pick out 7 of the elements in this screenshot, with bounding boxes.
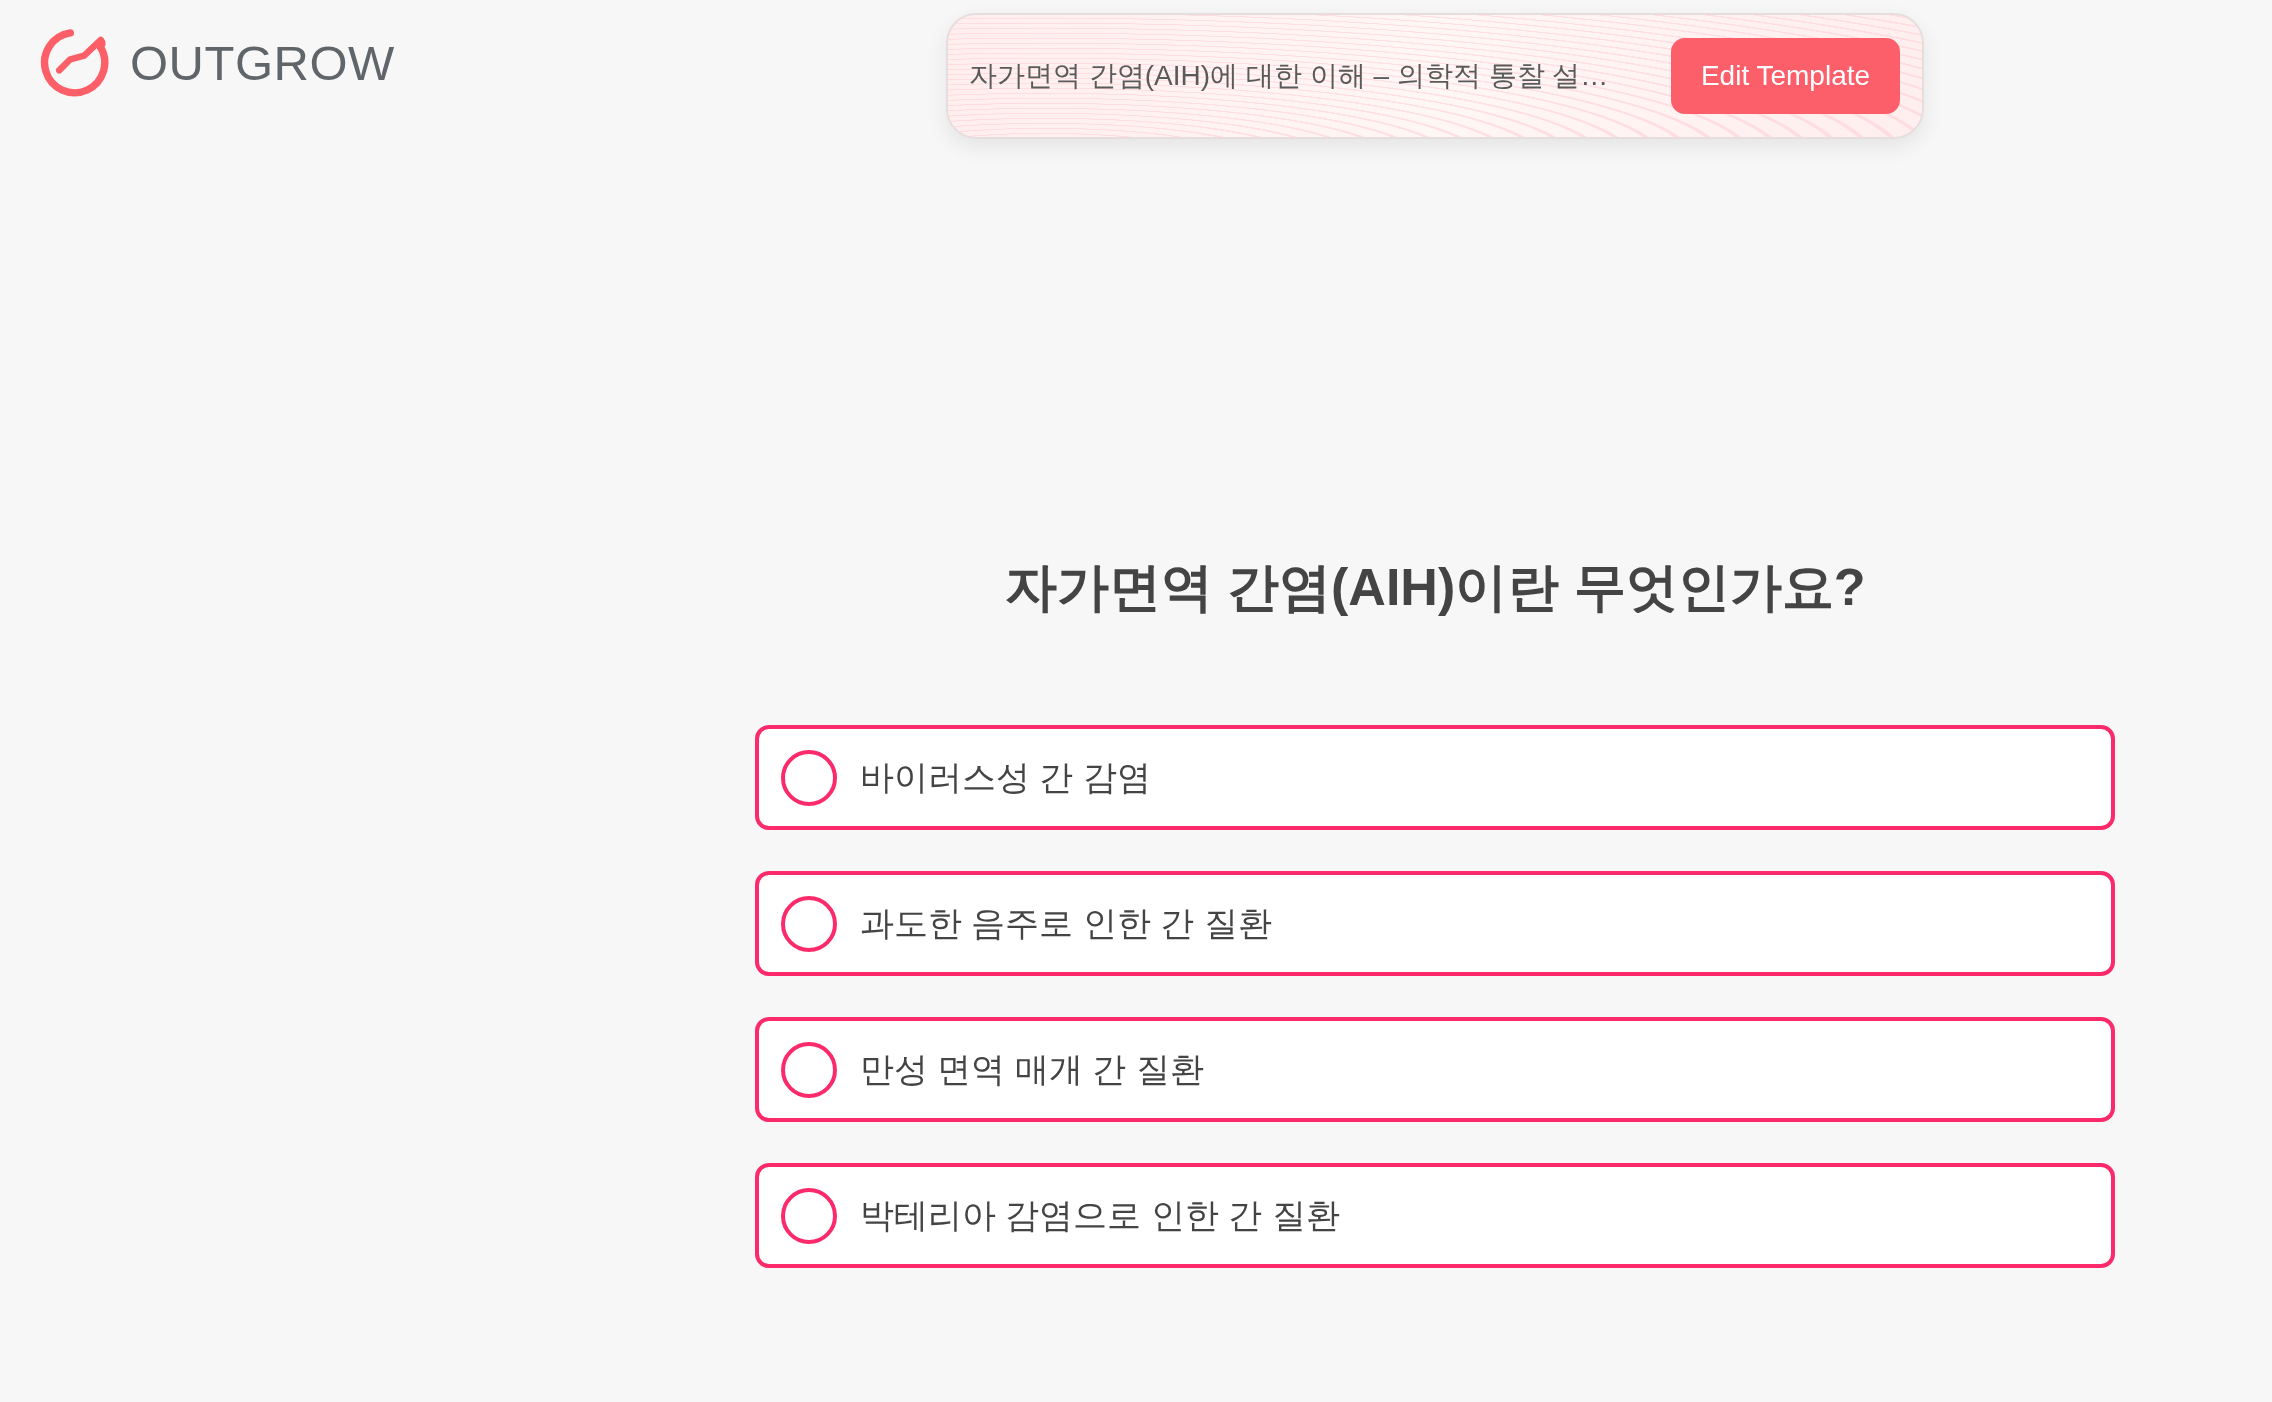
answer-option[interactable]: 과도한 음주로 인한 간 질환	[755, 871, 2115, 976]
template-title: 자가면역 간염(AIH)에 대한 이해 – 의학적 통찰 설…	[969, 59, 1610, 93]
answer-option[interactable]: 바이러스성 간 감염	[755, 725, 2115, 830]
question-title: 자가면역 간염(AIH)이란 무엇인가요?	[1004, 557, 1866, 617]
logo-text: OUTGROW	[130, 38, 395, 88]
answer-option[interactable]: 박테리아 감염으로 인한 간 질환	[755, 1163, 2115, 1268]
answer-option[interactable]: 만성 면역 매개 간 질환	[755, 1017, 2115, 1122]
